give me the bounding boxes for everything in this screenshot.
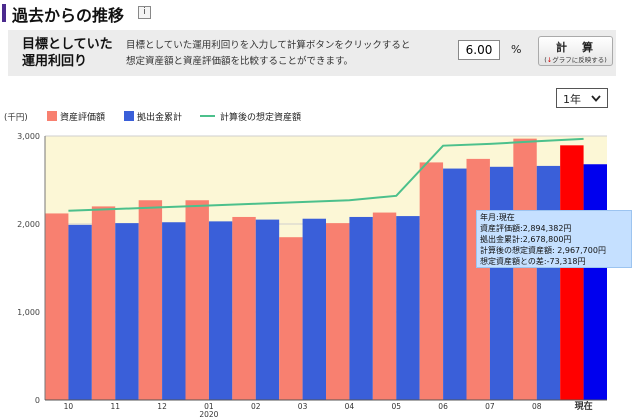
bar-asset[interactable]	[138, 200, 163, 400]
legend-asset-label: 資産評価額	[60, 111, 105, 123]
bar-asset[interactable]	[279, 237, 303, 400]
x-tick-label: 07	[485, 402, 495, 411]
legend-contrib-swatch	[124, 111, 134, 121]
tooltip-line-diff: 想定資産額との差:-73,318円	[480, 257, 586, 266]
target-rate-label-line1: 目標としていた	[22, 37, 113, 52]
description-line1: 目標としていた運用利回りを入力して計算ボタンをクリックすると	[126, 40, 411, 51]
x-tick-label: 02	[251, 402, 261, 411]
x-tick-label: 04	[345, 402, 355, 411]
section-header: 過去からの推移 i	[0, 0, 640, 28]
bar-asset[interactable]	[560, 145, 584, 400]
title-accent-bar	[2, 4, 6, 22]
rate-input[interactable]	[458, 40, 500, 60]
bar-contrib[interactable]	[255, 219, 280, 400]
info-icon[interactable]: i	[138, 6, 151, 19]
target-rate-panel: 目標としていた 運用利回り 目標としていた運用利回りを入力して計算ボタンをクリッ…	[8, 30, 616, 76]
bar-contrib[interactable]	[489, 166, 514, 400]
bar-asset[interactable]	[513, 138, 537, 400]
legend-asset-swatch	[47, 111, 57, 121]
calculate-button[interactable]: 計 算 (↓グラフに反映する)	[538, 36, 613, 66]
x-year-label: 2020	[199, 410, 218, 419]
y-tick-label: 2,000	[17, 220, 40, 229]
y-tick-label: 1,000	[17, 308, 40, 317]
bar-contrib[interactable]	[208, 221, 233, 400]
calculate-button-label: 計 算	[556, 41, 595, 54]
bar-asset[interactable]	[185, 200, 209, 400]
target-rate-label-line2: 運用利回り	[22, 54, 88, 69]
y-unit-label: (千円)	[4, 112, 28, 123]
x-tick-label: 03	[298, 402, 308, 411]
bar-asset[interactable]	[466, 158, 490, 400]
page-title: 過去からの推移	[12, 6, 125, 25]
x-tick-label: 08	[532, 402, 542, 411]
rate-unit: %	[511, 43, 522, 56]
x-tick-label: 10	[64, 402, 74, 411]
bar-contrib[interactable]	[583, 164, 607, 400]
bar-asset[interactable]	[372, 212, 397, 400]
bar-contrib[interactable]	[115, 223, 139, 400]
target-rate-label: 目標としていた 運用利回り	[22, 36, 122, 70]
bar-contrib[interactable]	[162, 222, 186, 400]
bar-contrib[interactable]	[536, 165, 561, 400]
tooltip-line-asset: 資産評価額:2,894,382円	[480, 224, 572, 233]
x-tick-label: 05	[391, 402, 401, 411]
bar-contrib[interactable]	[349, 216, 373, 400]
y-tick-label: 3,000	[17, 132, 40, 141]
data-tooltip: 年月:現在 資産評価額:2,894,382円 拠出金累計:2,678,800円 …	[476, 210, 632, 268]
y-axis: 0 1,000 2,000 3,000	[17, 132, 46, 405]
y-tick-label: 0	[35, 396, 40, 405]
legend: 資産評価額 拠出金累計 計算後の想定資産額	[47, 111, 301, 123]
legend-line-label: 計算後の想定資産額	[220, 111, 301, 123]
tooltip-line-projected: 計算後の想定資産額: 2,967,700円	[480, 246, 606, 255]
x-axis: 10 11 12 01202002 03 04 05 06 07 08 現在	[45, 399, 607, 419]
bar-asset[interactable]	[419, 162, 444, 400]
x-tick-label: 11	[110, 402, 120, 411]
bar-contrib[interactable]	[68, 224, 92, 400]
bar-asset[interactable]	[232, 216, 256, 400]
x-tick-label: 現在	[575, 400, 593, 412]
description-line2: 想定資産額と資産評価額を比較することができます。	[126, 56, 354, 67]
calculate-sub-text: グラフに反映する	[552, 56, 605, 64]
bar-contrib[interactable]	[302, 218, 326, 400]
x-tick-label: 12	[157, 402, 167, 411]
target-rate-description: 目標としていた運用利回りを入力して計算ボタンをクリックすると 想定資産額と資産評…	[126, 38, 446, 70]
bar-contrib[interactable]	[443, 168, 467, 400]
bar-asset[interactable]	[91, 206, 116, 400]
bar-asset[interactable]	[326, 223, 350, 400]
tooltip-line-contrib: 拠出金累計:2,678,800円	[480, 235, 572, 244]
calculate-button-sublabel: (↓グラフに反映する)	[544, 56, 607, 64]
bar-asset[interactable]	[45, 213, 69, 400]
legend-contrib-label: 拠出金累計	[137, 111, 182, 123]
bar-contrib[interactable]	[396, 216, 420, 400]
tooltip-line-period: 年月:現在	[480, 213, 515, 222]
x-tick-label: 06	[438, 402, 448, 411]
